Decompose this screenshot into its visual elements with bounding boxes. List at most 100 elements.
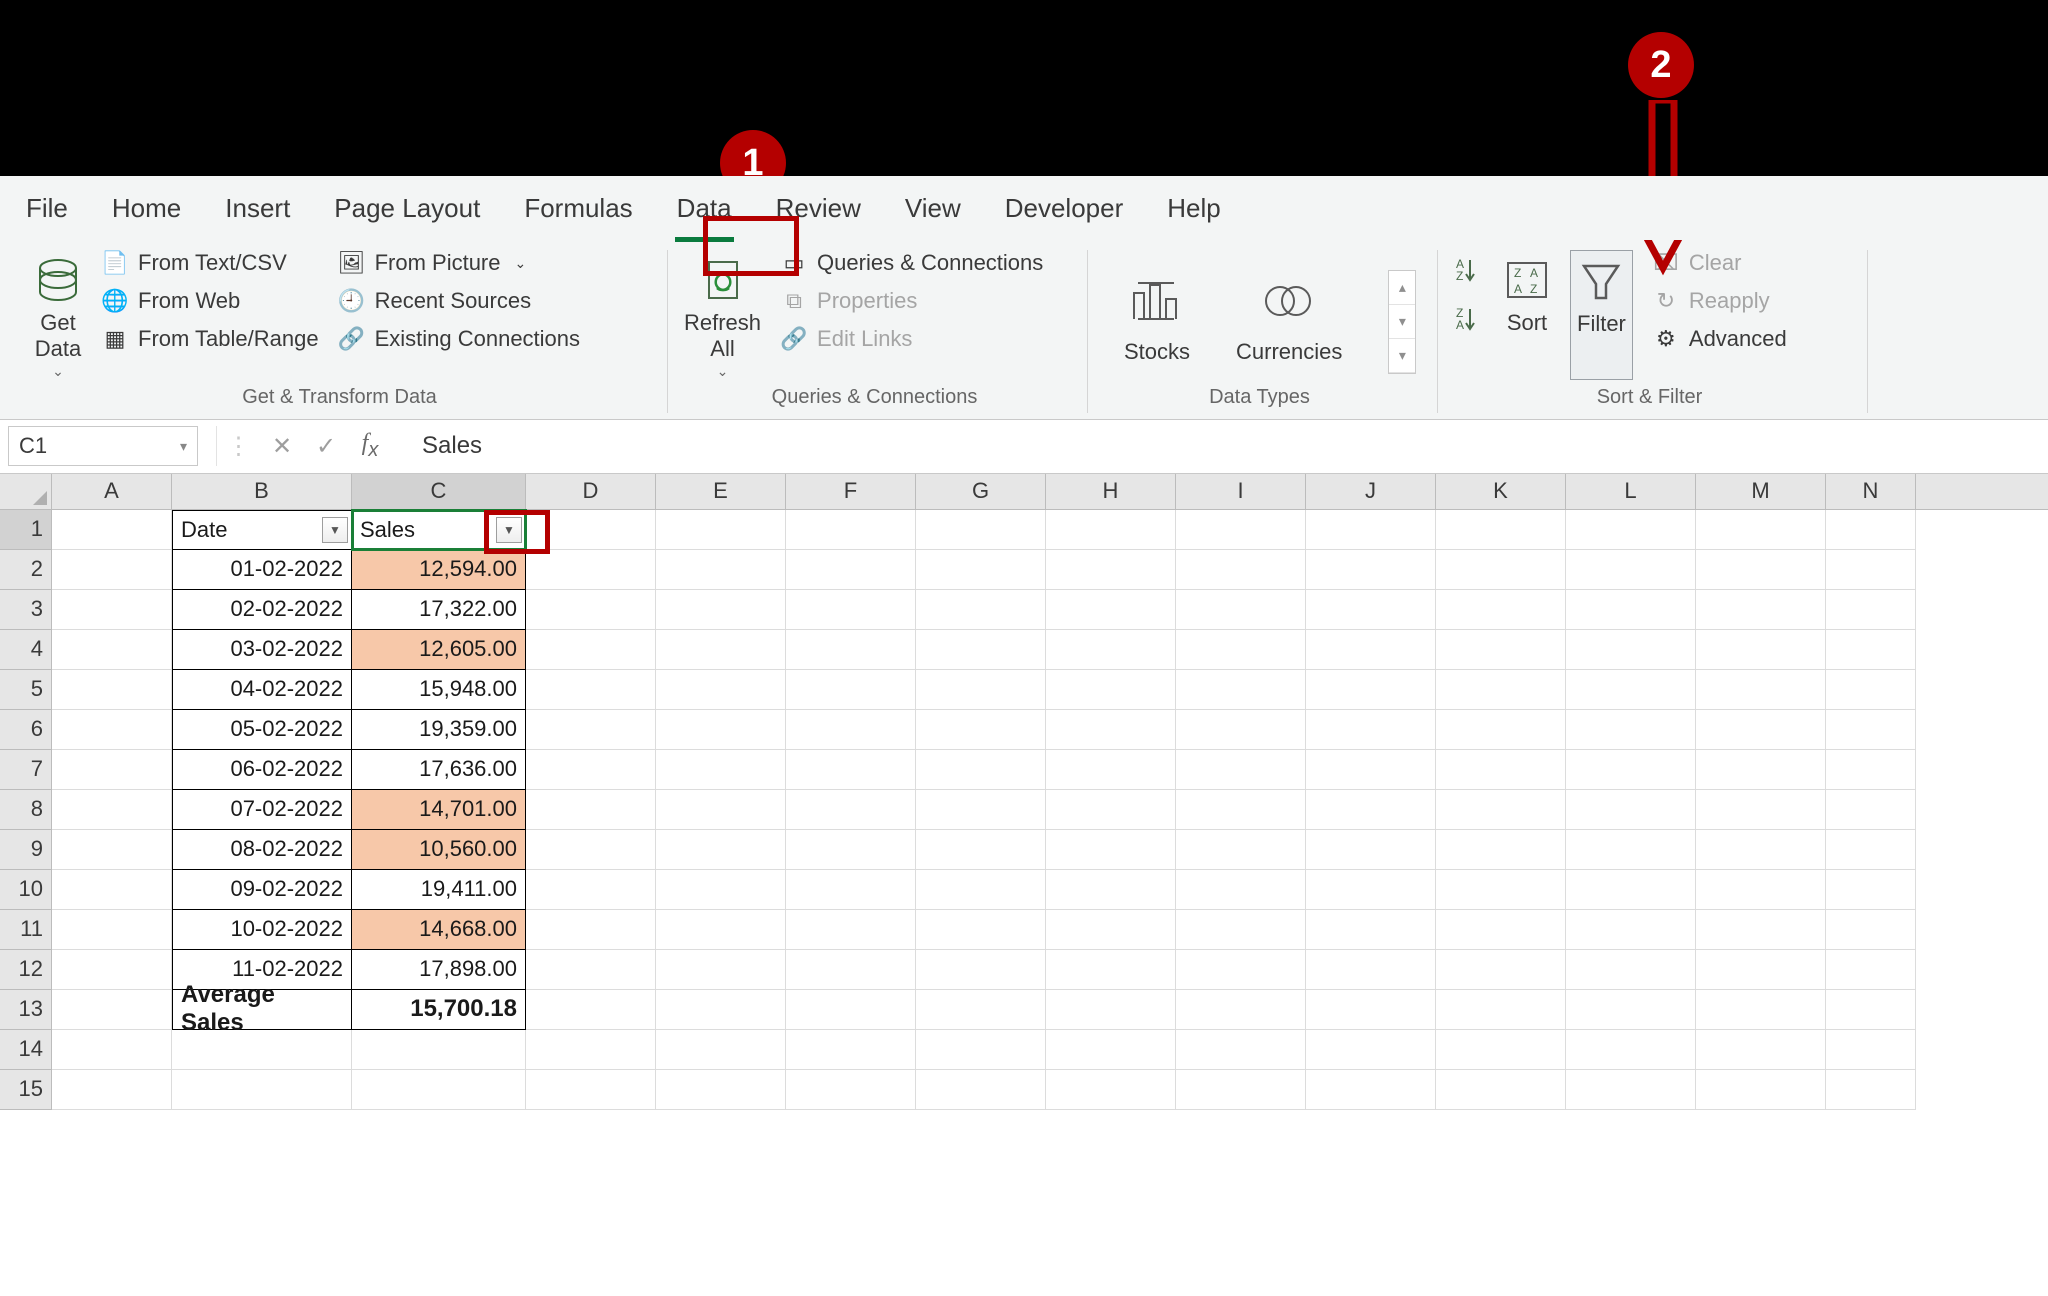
cell-A4[interactable]: [52, 630, 172, 670]
column-header-F[interactable]: F: [786, 474, 916, 509]
cell-K1[interactable]: [1436, 510, 1566, 550]
cell-D7[interactable]: [526, 750, 656, 790]
cell-N7[interactable]: [1826, 750, 1916, 790]
cell-D6[interactable]: [526, 710, 656, 750]
column-header-L[interactable]: L: [1566, 474, 1696, 509]
row-header-13[interactable]: 13: [0, 990, 52, 1030]
tab-home[interactable]: Home: [112, 193, 181, 224]
cell-I8[interactable]: [1176, 790, 1306, 830]
cell-J9[interactable]: [1306, 830, 1436, 870]
cell-A1[interactable]: [52, 510, 172, 550]
cell-D5[interactable]: [526, 670, 656, 710]
cell-L8[interactable]: [1566, 790, 1696, 830]
cell-E5[interactable]: [656, 670, 786, 710]
cell-L5[interactable]: [1566, 670, 1696, 710]
cell-A12[interactable]: [52, 950, 172, 990]
cell-M8[interactable]: [1696, 790, 1826, 830]
cell-M11[interactable]: [1696, 910, 1826, 950]
cell-K6[interactable]: [1436, 710, 1566, 750]
cell-J12[interactable]: [1306, 950, 1436, 990]
cell-L15[interactable]: [1566, 1070, 1696, 1110]
cell-C6[interactable]: 19,359.00: [352, 710, 526, 750]
row-header-12[interactable]: 12: [0, 950, 52, 990]
cell-L14[interactable]: [1566, 1030, 1696, 1070]
column-header-H[interactable]: H: [1046, 474, 1176, 509]
cell-D15[interactable]: [526, 1070, 656, 1110]
row-header-6[interactable]: 6: [0, 710, 52, 750]
cell-B1[interactable]: Date▼: [172, 510, 352, 550]
cell-D4[interactable]: [526, 630, 656, 670]
cell-C13[interactable]: 15,700.18: [352, 990, 526, 1030]
cell-M1[interactable]: [1696, 510, 1826, 550]
cell-J5[interactable]: [1306, 670, 1436, 710]
cell-N11[interactable]: [1826, 910, 1916, 950]
cell-C9[interactable]: 10,560.00: [352, 830, 526, 870]
column-header-K[interactable]: K: [1436, 474, 1566, 509]
cell-B2[interactable]: 01-02-2022: [172, 550, 352, 590]
cell-B13[interactable]: Average Sales: [172, 990, 352, 1030]
cell-G6[interactable]: [916, 710, 1046, 750]
cell-B4[interactable]: 03-02-2022: [172, 630, 352, 670]
cell-G15[interactable]: [916, 1070, 1046, 1110]
cell-A6[interactable]: [52, 710, 172, 750]
cell-G11[interactable]: [916, 910, 1046, 950]
cell-E9[interactable]: [656, 830, 786, 870]
cell-K13[interactable]: [1436, 990, 1566, 1030]
scroll-down-icon[interactable]: ▾: [1389, 305, 1415, 339]
cell-L4[interactable]: [1566, 630, 1696, 670]
from-text-csv-button[interactable]: 📄From Text/CSV: [102, 250, 319, 276]
cell-B14[interactable]: [172, 1030, 352, 1070]
cell-L13[interactable]: [1566, 990, 1696, 1030]
cell-G7[interactable]: [916, 750, 1046, 790]
cell-J7[interactable]: [1306, 750, 1436, 790]
cell-N6[interactable]: [1826, 710, 1916, 750]
cell-I9[interactable]: [1176, 830, 1306, 870]
sort-asc-button[interactable]: AZ: [1454, 256, 1484, 289]
cell-I6[interactable]: [1176, 710, 1306, 750]
cell-I12[interactable]: [1176, 950, 1306, 990]
cell-A8[interactable]: [52, 790, 172, 830]
tab-help[interactable]: Help: [1167, 193, 1220, 224]
cell-G9[interactable]: [916, 830, 1046, 870]
cell-B6[interactable]: 05-02-2022: [172, 710, 352, 750]
row-header-5[interactable]: 5: [0, 670, 52, 710]
queries-connections-button[interactable]: ▭Queries & Connections: [781, 250, 1043, 276]
cell-E4[interactable]: [656, 630, 786, 670]
cell-I7[interactable]: [1176, 750, 1306, 790]
cell-E6[interactable]: [656, 710, 786, 750]
row-header-1[interactable]: 1: [0, 510, 52, 550]
cell-J11[interactable]: [1306, 910, 1436, 950]
cell-K9[interactable]: [1436, 830, 1566, 870]
cell-C12[interactable]: 17,898.00: [352, 950, 526, 990]
cell-B5[interactable]: 04-02-2022: [172, 670, 352, 710]
cell-F7[interactable]: [786, 750, 916, 790]
cell-K2[interactable]: [1436, 550, 1566, 590]
cell-A15[interactable]: [52, 1070, 172, 1110]
cell-H4[interactable]: [1046, 630, 1176, 670]
cell-I4[interactable]: [1176, 630, 1306, 670]
cell-G14[interactable]: [916, 1030, 1046, 1070]
cell-K10[interactable]: [1436, 870, 1566, 910]
cell-F12[interactable]: [786, 950, 916, 990]
column-header-E[interactable]: E: [656, 474, 786, 509]
row-header-3[interactable]: 3: [0, 590, 52, 630]
cell-F1[interactable]: [786, 510, 916, 550]
filter-dropdown-date[interactable]: ▼: [322, 517, 348, 543]
cell-B8[interactable]: 07-02-2022: [172, 790, 352, 830]
cell-D9[interactable]: [526, 830, 656, 870]
column-header-G[interactable]: G: [916, 474, 1046, 509]
cell-G1[interactable]: [916, 510, 1046, 550]
cell-B3[interactable]: 02-02-2022: [172, 590, 352, 630]
cell-B11[interactable]: 10-02-2022: [172, 910, 352, 950]
cell-I15[interactable]: [1176, 1070, 1306, 1110]
cell-A10[interactable]: [52, 870, 172, 910]
cell-H5[interactable]: [1046, 670, 1176, 710]
cell-A7[interactable]: [52, 750, 172, 790]
cell-J6[interactable]: [1306, 710, 1436, 750]
cell-K8[interactable]: [1436, 790, 1566, 830]
cell-A9[interactable]: [52, 830, 172, 870]
cell-I14[interactable]: [1176, 1030, 1306, 1070]
chevron-down-icon[interactable]: ▾: [180, 438, 187, 455]
cell-F6[interactable]: [786, 710, 916, 750]
row-header-9[interactable]: 9: [0, 830, 52, 870]
